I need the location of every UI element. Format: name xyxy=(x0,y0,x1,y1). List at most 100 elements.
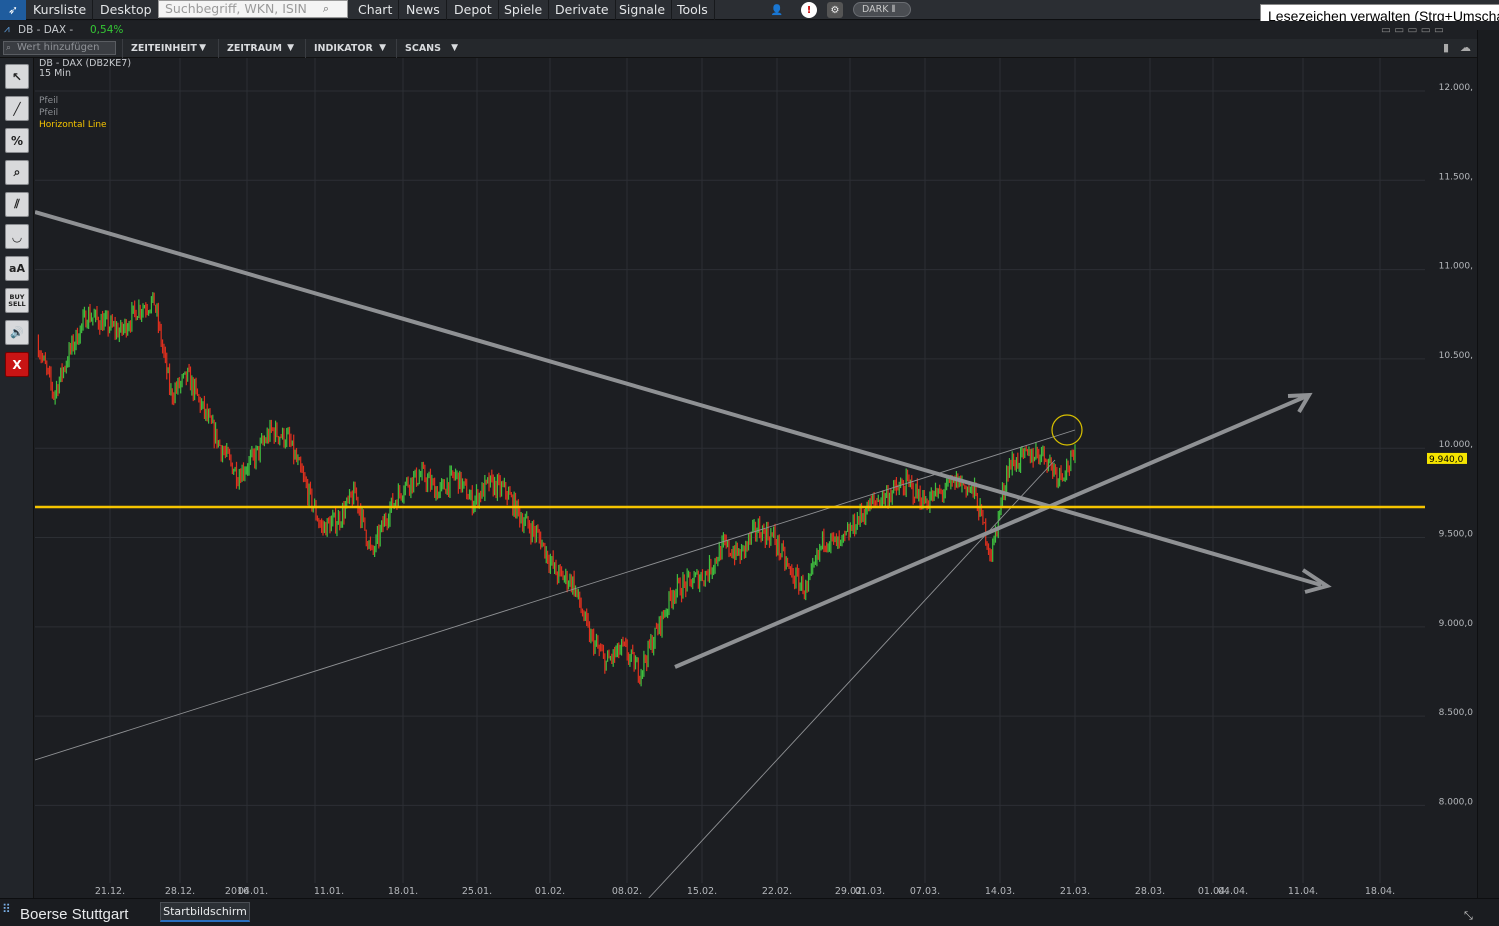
percent-tool-button[interactable]: % xyxy=(5,128,29,153)
chart-toolbar: ⌕ Wert hinzufügen ZEITEINHEIT▼ ZEITRAUM ▼… xyxy=(0,39,1499,58)
change-percent: 0,54% xyxy=(90,21,123,39)
buy-sell-icon: BUY SELL xyxy=(6,294,28,308)
dark-mode-toggle[interactable]: DARK ⦀ xyxy=(853,2,911,17)
x-tick-label: 18.04. xyxy=(1365,886,1395,897)
menu-kursliste[interactable]: Kursliste xyxy=(27,0,93,20)
text-tool-button[interactable]: aA xyxy=(5,256,29,281)
sound-icon: 🔊 xyxy=(10,326,24,339)
x-tick-label: 04.01. xyxy=(238,886,268,897)
dark-mode-label: DARK xyxy=(862,4,888,15)
arrow-down-line xyxy=(35,212,1321,585)
folder-icon[interactable]: ▮ xyxy=(1443,41,1449,54)
add-value-placeholder: Wert hinzufügen xyxy=(17,42,99,53)
y-tick-label: 11.500, xyxy=(1439,172,1473,182)
bottom-taskbar: ⠿ Boerse Stuttgart Startbildschirm ⤡ xyxy=(0,898,1499,926)
x-tick-label: 08.02. xyxy=(612,886,642,897)
x-tick-label: 01.03. xyxy=(855,886,885,897)
search-icon: ⌕ xyxy=(6,42,11,54)
chart-canvas[interactable]: 21.12.28.12.201604.01.11.01.18.01.25.01.… xyxy=(35,58,1425,898)
y-tick-label: 10.000, xyxy=(1439,440,1473,450)
sound-button[interactable]: 🔊 xyxy=(5,320,29,345)
chevron-down-icon: ▼ xyxy=(287,39,294,58)
drawing-label[interactable]: Pfeil xyxy=(39,107,107,119)
x-tick-label: 22.02. xyxy=(762,886,792,897)
menu-chart[interactable]: Chart xyxy=(352,0,399,20)
menu-derivate[interactable]: Derivate xyxy=(549,0,616,20)
dropdown-scans[interactable]: SCANS ▼ xyxy=(396,39,464,58)
dropdown-label: INDIKATOR xyxy=(314,43,373,54)
chevron-down-icon: ▼ xyxy=(199,39,206,58)
rocket-icon[interactable]: ➶ xyxy=(0,0,26,20)
boerse-stuttgart-logo: Boerse Stuttgart xyxy=(20,906,128,923)
pointer-icon: ↖ xyxy=(12,70,22,84)
x-tick-label: 28.03. xyxy=(1135,886,1165,897)
x-tick-label: 07.03. xyxy=(910,886,940,897)
chart-interval: 15 Min xyxy=(39,69,131,79)
delete-drawings-button[interactable]: X xyxy=(5,352,29,377)
gear-icon[interactable]: ⚙ xyxy=(827,2,843,18)
symbol-info-bar: ⩘ DB - DAX - 0,54% ▭ ▭ ▭ ▭ ▭ xyxy=(0,21,1499,39)
y-tick-label: 10.500, xyxy=(1439,351,1473,361)
drawing-tools-sidebar: ↖ ╱ % ⌕ ⫽ ◡ aA BUY SELL 🔊 X xyxy=(0,58,34,898)
line-tool-button[interactable]: ╱ xyxy=(5,96,29,121)
price-chart[interactable]: 21.12.28.12.201604.01.11.01.18.01.25.01.… xyxy=(35,58,1425,898)
tab-startbildschirm[interactable]: Startbildschirm xyxy=(160,902,250,922)
search-input[interactable]: Suchbegriff, WKN, ISIN ⌕ xyxy=(158,0,348,18)
menu-signale[interactable]: Signale xyxy=(613,0,672,20)
drawing-label[interactable]: Pfeil xyxy=(39,95,107,107)
x-tick-label: 11.01. xyxy=(314,886,344,897)
alert-icon[interactable]: ! xyxy=(801,2,817,18)
symbol-label[interactable]: DB - DAX - xyxy=(18,21,73,39)
drawing-label[interactable]: Horizontal Line xyxy=(39,119,107,131)
menu-spiele[interactable]: Spiele xyxy=(498,0,549,20)
line-icon: ╱ xyxy=(13,102,20,116)
menu-news[interactable]: News xyxy=(400,0,447,20)
x-axis-labels: 21.12.28.12.201604.01.11.01.18.01.25.01.… xyxy=(95,886,1395,897)
zoom-tool-button[interactable]: ⌕ xyxy=(5,160,29,185)
curve-tool-button[interactable]: ◡ xyxy=(5,224,29,249)
buy-sell-button[interactable]: BUY SELL xyxy=(5,288,29,313)
x-tick-label: 11.04. xyxy=(1288,886,1318,897)
chevron-down-icon: ▼ xyxy=(379,39,386,58)
window-controls-icon[interactable]: ▭ ▭ ▭ ▭ ▭ xyxy=(1381,21,1444,39)
x-tick-label: 18.01. xyxy=(388,886,418,897)
menu-desktop[interactable]: Desktop xyxy=(94,0,159,20)
toggle-grip-icon: ⦀ xyxy=(892,4,896,15)
y-tick-label: 11.000, xyxy=(1439,262,1473,272)
drawings-legend: Pfeil Pfeil Horizontal Line xyxy=(39,95,107,131)
right-scroll-strip[interactable] xyxy=(1477,30,1499,910)
y-tick-label: 8.000,0 xyxy=(1439,797,1474,807)
price-axis[interactable]: 12.000,11.500,11.000,10.500,10.000,9.500… xyxy=(1425,58,1477,898)
user-icon[interactable]: 👤 xyxy=(769,2,785,18)
x-tick-label: 21.12. xyxy=(95,886,125,897)
search-icon[interactable]: ⌕ xyxy=(323,1,329,17)
resize-icon[interactable]: ⤡ xyxy=(1464,909,1473,923)
dropdown-label: ZEITRAUM xyxy=(227,43,282,54)
parallel-tool-button[interactable]: ⫽ xyxy=(5,192,29,217)
zoom-icon: ⌕ xyxy=(14,165,21,180)
text-icon: aA xyxy=(9,262,25,275)
cloud-icon[interactable]: ☁ xyxy=(1460,41,1471,54)
menu-tools[interactable]: Tools xyxy=(671,0,715,20)
thin-trendline xyxy=(647,460,1055,898)
chevron-down-icon: ▼ xyxy=(451,39,458,58)
dropdown-zeiteinheit[interactable]: ZEITEINHEIT▼ xyxy=(122,39,212,58)
percent-icon: % xyxy=(11,134,23,148)
x-tick-label: 01.02. xyxy=(535,886,565,897)
y-tick-label: 8.500,0 xyxy=(1439,708,1474,718)
curve-icon: ◡ xyxy=(12,230,21,244)
delete-icon: X xyxy=(12,358,21,372)
circle-marker xyxy=(1052,415,1082,445)
menu-depot[interactable]: Depot xyxy=(448,0,499,20)
dropdown-zeitraum[interactable]: ZEITRAUM ▼ xyxy=(218,39,300,58)
last-price-label: 9.940,0 xyxy=(1429,455,1464,465)
x-tick-label: 04.04. xyxy=(1218,886,1248,897)
grid-icon[interactable]: ⠿ xyxy=(2,902,11,916)
dropdown-indikator[interactable]: INDIKATOR ▼ xyxy=(305,39,392,58)
dropdown-label: SCANS xyxy=(405,43,441,54)
pointer-tool-button[interactable]: ↖ xyxy=(5,64,29,89)
add-value-input[interactable]: ⌕ Wert hinzufügen xyxy=(3,41,116,55)
x-tick-label: 14.03. xyxy=(985,886,1015,897)
x-tick-label: 28.12. xyxy=(165,886,195,897)
y-tick-label: 9.500,0 xyxy=(1439,530,1474,540)
